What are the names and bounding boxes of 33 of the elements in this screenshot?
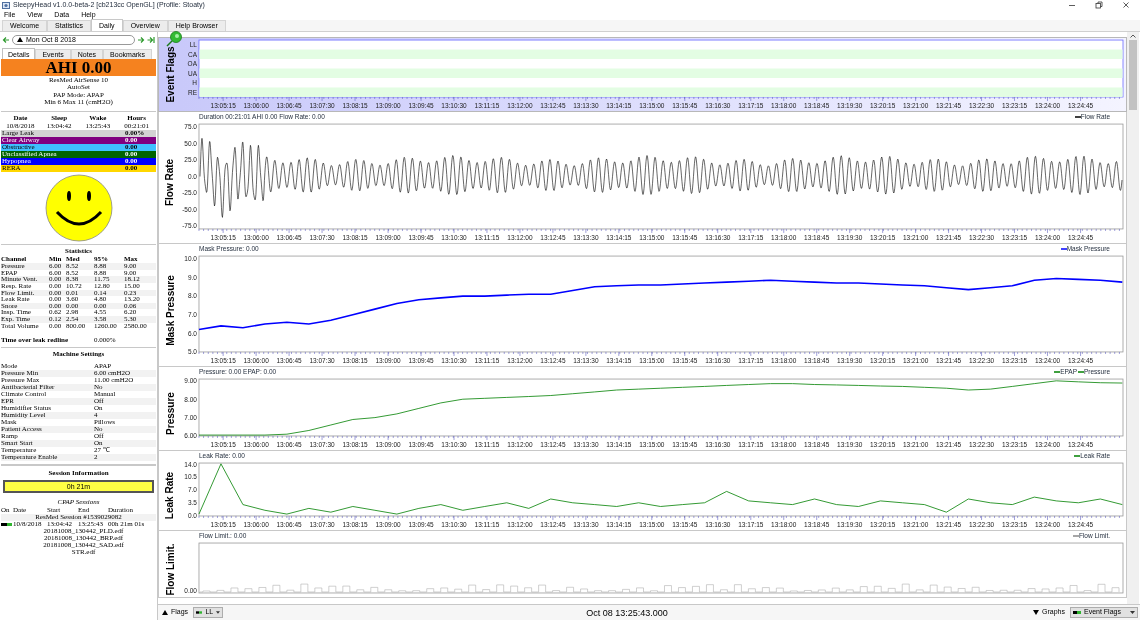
legend-line-icon	[1054, 370, 1061, 374]
app-icon	[2, 1, 10, 9]
pushpin-icon[interactable]	[165, 30, 183, 48]
close-icon	[1122, 1, 1130, 9]
graph-title: Pressure	[164, 392, 176, 435]
smiley-icon	[44, 174, 113, 243]
caret-up-icon	[162, 610, 168, 615]
dropdown-caret-icon	[1130, 611, 1135, 614]
caret-down-icon	[1033, 610, 1040, 615]
graph-title: Leak Rate	[164, 471, 176, 520]
color-swatch-icon	[196, 611, 203, 614]
color-swatch-icon	[1073, 611, 1081, 614]
graph-title: Flow Rate	[164, 158, 176, 207]
session-toggle[interactable]	[1, 523, 12, 527]
ahi-banner: AHI 0.00	[1, 59, 156, 76]
restore-icon	[1095, 1, 1103, 9]
dropdown-caret-icon	[216, 611, 221, 614]
legend-line-icon	[1078, 370, 1084, 374]
legend-line-icon	[1074, 115, 1081, 119]
scroll-up-icon[interactable]	[1129, 32, 1137, 40]
legend-line-icon	[1074, 454, 1081, 458]
current-time-label: Oct 08 13:25:43.000	[586, 607, 668, 618]
graph-title: Flow Limit.	[164, 542, 176, 596]
left-arrow-icon[interactable]	[2, 35, 10, 44]
scrollbar[interactable]	[1127, 32, 1139, 604]
graph-title: Event Flags	[164, 46, 176, 103]
legend-line-icon	[1072, 534, 1079, 538]
graph-title: Mask Pressure	[164, 274, 176, 346]
right-arrow-icon[interactable]	[137, 35, 145, 44]
caret-up-icon	[17, 37, 23, 42]
scrollbar-thumb[interactable]	[1129, 40, 1137, 110]
legend-line-icon	[1060, 247, 1067, 251]
skip-end-icon[interactable]	[147, 35, 155, 44]
